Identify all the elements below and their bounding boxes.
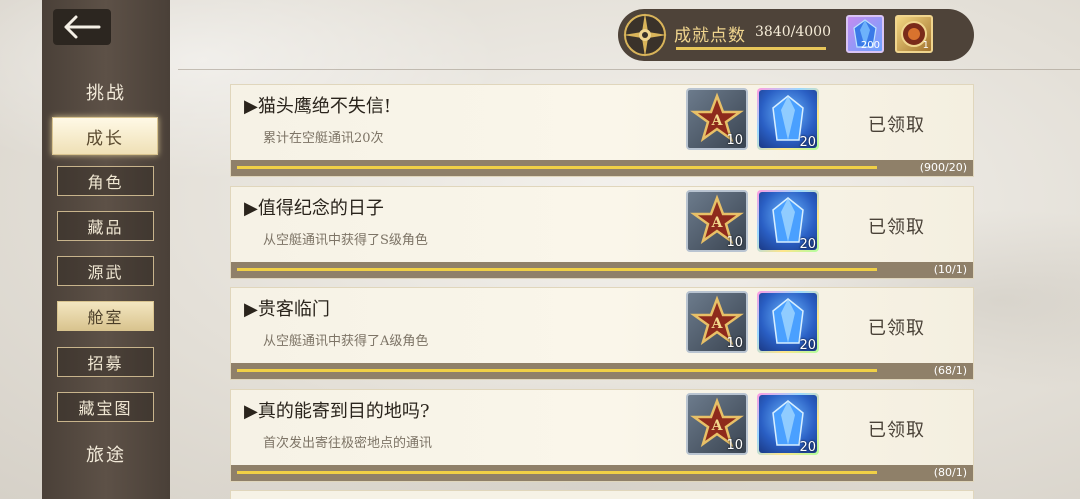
sidebar-item-cabin[interactable]: 舱室 xyxy=(57,301,154,331)
svg-text:A: A xyxy=(711,113,724,129)
sidebar-item-collection[interactable]: 藏品 xyxy=(57,211,154,241)
progress-bar-fill xyxy=(237,471,877,474)
achievement-description: 从空艇通讯中获得了S级角色 xyxy=(263,233,428,248)
achievement-title: ▶猫头鹰绝不失信! xyxy=(244,96,392,117)
achievement-description: 累计在空艇通讯20次 xyxy=(263,131,384,146)
compass-icon xyxy=(623,13,667,57)
points-label: 成就点数 xyxy=(674,26,746,46)
reward-count: 20 xyxy=(799,338,816,353)
points-value: 3840/4000 xyxy=(755,24,831,40)
reward-count: 10 xyxy=(726,133,743,148)
sidebar-item-weapon[interactable]: 源武 xyxy=(57,256,154,286)
reward-count: 20 xyxy=(799,135,816,150)
progress-bar-fill xyxy=(237,268,877,271)
reward-a-rank-star[interactable]: A 10 xyxy=(686,190,748,252)
achievement-description: 首次发出寄往极密地点的通讯 xyxy=(263,436,433,451)
progress-bar-fill xyxy=(237,166,877,169)
header-reward-crystal-count: 200 xyxy=(860,40,880,51)
header-reward-badge[interactable]: 1 xyxy=(895,15,933,53)
achievement-description: 从空艇通讯中获得了A级角色 xyxy=(263,334,429,349)
header-divider xyxy=(178,69,1080,70)
sidebar xyxy=(42,0,170,499)
reward-a-rank-star[interactable]: A 10 xyxy=(686,291,748,353)
reward-crystal[interactable]: 20 xyxy=(757,393,819,455)
claimed-status: 已领取 xyxy=(868,420,925,441)
header-reward-crystal[interactable]: 200 xyxy=(846,15,884,53)
reward-crystal[interactable]: 20 xyxy=(757,291,819,353)
achievement-title: ▶贵客临门 xyxy=(244,299,330,320)
sidebar-item-treasure-map[interactable]: 藏宝图 xyxy=(57,392,154,422)
achievement-card[interactable]: ▶值得纪念的日子 从空艇通讯中获得了S级角色 A 10 20 已领取 (10/1… xyxy=(230,186,974,279)
progress-bar-fill xyxy=(237,369,877,372)
claimed-status: 已领取 xyxy=(868,217,925,238)
progress-count: (68/1) xyxy=(933,364,967,377)
claimed-status: 已领取 xyxy=(868,318,925,339)
progress-count: (900/20) xyxy=(919,161,967,174)
progress-count: (10/1) xyxy=(933,263,967,276)
sidebar-section-journey[interactable]: 旅途 xyxy=(42,441,170,467)
achievement-card[interactable]: ▶真的能寄到目的地吗? 首次发出寄往极密地点的通讯 A 10 20 已领取 (8… xyxy=(230,389,974,482)
reward-a-rank-star[interactable]: A 10 xyxy=(686,393,748,455)
sidebar-section-challenge[interactable]: 挑战 xyxy=(42,79,170,105)
svg-text:A: A xyxy=(711,418,724,434)
reward-count: 10 xyxy=(726,438,743,453)
back-button[interactable] xyxy=(53,9,111,45)
reward-count: 10 xyxy=(726,336,743,351)
achievement-title: ▶值得纪念的日子 xyxy=(244,198,384,219)
achievement-title: ▶真的能寄到目的地吗? xyxy=(244,401,430,422)
sidebar-item-recruit[interactable]: 招募 xyxy=(57,347,154,377)
progress-count: (80/1) xyxy=(933,466,967,479)
reward-crystal[interactable]: 20 xyxy=(757,190,819,252)
reward-crystal[interactable]: 20 xyxy=(757,88,819,150)
svg-text:A: A xyxy=(711,316,724,332)
points-progress-bar xyxy=(676,47,826,50)
reward-count: 20 xyxy=(799,440,816,455)
arrow-left-icon xyxy=(64,15,101,39)
sidebar-item-character[interactable]: 角色 xyxy=(57,166,154,196)
reward-a-rank-star[interactable]: A 10 xyxy=(686,88,748,150)
achievement-card[interactable]: ▶贵客临门 从空艇通讯中获得了A级角色 A 10 20 已领取 (68/1) xyxy=(230,287,974,380)
sidebar-section-growth[interactable]: 成长 xyxy=(52,117,158,155)
claimed-status: 已领取 xyxy=(868,115,925,136)
reward-count: 20 xyxy=(799,237,816,252)
next-achievement-card xyxy=(230,490,974,499)
achievement-card[interactable]: ▶猫头鹰绝不失信! 累计在空艇通讯20次 A 10 20 已领取 (900/20… xyxy=(230,84,974,177)
header-reward-badge-count: 1 xyxy=(922,40,929,51)
reward-count: 10 xyxy=(726,235,743,250)
svg-text:A: A xyxy=(711,215,724,231)
